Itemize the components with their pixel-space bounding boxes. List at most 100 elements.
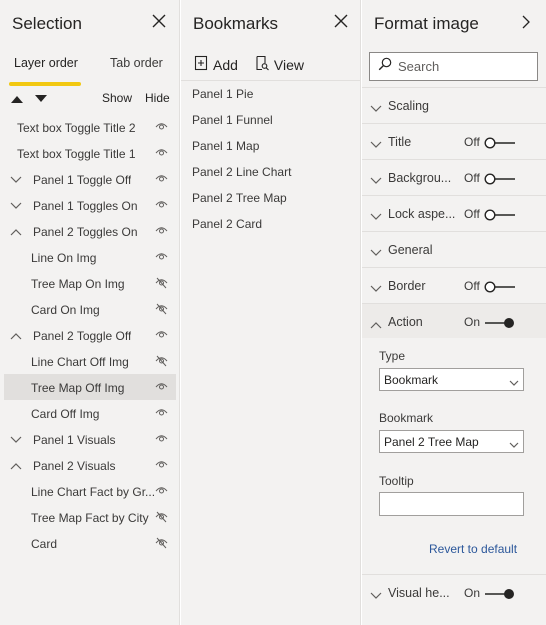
- section-toggle[interactable]: [484, 136, 516, 149]
- chevron-right-icon[interactable]: [520, 14, 532, 30]
- layer-label: Panel 2 Toggles On: [33, 225, 138, 239]
- search-input[interactable]: Search: [369, 52, 538, 81]
- format-section[interactable]: Backgrou... Off: [362, 159, 546, 195]
- format-section[interactable]: Border Off: [362, 267, 546, 303]
- bookmark-item[interactable]: Panel 2 Tree Map: [181, 188, 361, 214]
- eye-hidden-icon[interactable]: [155, 277, 168, 289]
- section-label: Title: [388, 135, 412, 149]
- eye-icon[interactable]: [155, 199, 168, 211]
- selection-title: Selection: [12, 14, 82, 33]
- move-up-icon[interactable]: [10, 91, 24, 109]
- eye-icon[interactable]: [155, 381, 168, 393]
- layer-label: Panel 1 Visuals: [33, 433, 116, 447]
- section-toggle[interactable]: [484, 316, 516, 328]
- tooltip-input[interactable]: [379, 492, 524, 516]
- layer-item[interactable]: Line Chart Fact by Gr...: [4, 478, 176, 504]
- move-down-icon[interactable]: [34, 91, 48, 109]
- eye-icon[interactable]: [155, 225, 168, 237]
- section-toggle[interactable]: [484, 208, 516, 221]
- chevron-up-icon: [370, 317, 382, 329]
- revert-to-default-link[interactable]: Revert to default: [429, 542, 517, 556]
- eye-icon[interactable]: [155, 485, 168, 497]
- format-section[interactable]: Title Off: [362, 123, 546, 159]
- layer-item[interactable]: Line Chart Off Img: [4, 348, 176, 374]
- layer-item[interactable]: Panel 1 Toggle Off: [4, 166, 176, 192]
- section-toggle-label: Off: [464, 207, 480, 221]
- layer-item[interactable]: Panel 1 Visuals: [4, 426, 176, 452]
- section-toggle[interactable]: [484, 172, 516, 185]
- bookmark-item[interactable]: Panel 1 Funnel: [181, 110, 361, 136]
- layer-item[interactable]: Panel 2 Visuals: [4, 452, 176, 478]
- layer-list: Text box Toggle Title 2 Text box Toggle T…: [4, 114, 176, 556]
- view-bookmark-icon: [254, 55, 270, 74]
- format-sections: Scaling Title Off Backgrou... Off Lock aspe..…: [362, 87, 546, 339]
- eye-icon[interactable]: [155, 173, 168, 185]
- bookmark-list: Panel 1 Pie Panel 1 Funnel Panel 1 Map Pane…: [181, 84, 361, 240]
- chevron-up-icon[interactable]: [10, 226, 22, 236]
- bookmark-item[interactable]: Panel 1 Map: [181, 136, 361, 162]
- selection-pane: Selection Layer order Tab order Show Hid…: [0, 0, 180, 625]
- close-selection-icon[interactable]: [150, 12, 168, 30]
- eye-icon[interactable]: [155, 459, 168, 471]
- layer-item[interactable]: Tree Map On Img: [4, 270, 176, 296]
- eye-hidden-icon[interactable]: [155, 355, 168, 367]
- layer-item[interactable]: Panel 2 Toggles On: [4, 218, 176, 244]
- show-all-button[interactable]: Show: [102, 91, 132, 105]
- section-label: General: [388, 243, 433, 257]
- chevron-down-icon[interactable]: [10, 174, 22, 184]
- layer-item[interactable]: Card On Img: [4, 296, 176, 322]
- layer-label: Tree Map Off Img: [31, 381, 125, 395]
- search-icon: [378, 57, 392, 76]
- format-section[interactable]: Lock aspe... Off: [362, 195, 546, 231]
- format-section[interactable]: Scaling: [362, 87, 546, 123]
- eye-hidden-icon[interactable]: [155, 511, 168, 523]
- format-section[interactable]: General: [362, 231, 546, 267]
- bookmark-item[interactable]: Panel 1 Pie: [181, 84, 361, 110]
- tab-tab-order[interactable]: Tab order: [110, 56, 163, 70]
- bookmark-dropdown[interactable]: Panel 2 Tree Map: [379, 430, 524, 453]
- chevron-up-icon[interactable]: [10, 330, 22, 340]
- bookmark-item[interactable]: Panel 2 Line Chart: [181, 162, 361, 188]
- tab-layer-order[interactable]: Layer order: [14, 56, 78, 70]
- layer-item[interactable]: Tree Map Off Img: [4, 374, 176, 400]
- layer-item[interactable]: Panel 2 Toggle Off: [4, 322, 176, 348]
- type-dropdown[interactable]: Bookmark: [379, 368, 524, 391]
- layer-label: Line Chart Off Img: [31, 355, 129, 369]
- eye-icon[interactable]: [155, 147, 168, 159]
- chevron-up-icon[interactable]: [10, 460, 22, 470]
- chevron-down-icon[interactable]: [10, 434, 22, 444]
- add-bookmark-button[interactable]: Add: [193, 55, 238, 74]
- layer-item[interactable]: Tree Map Fact by City: [4, 504, 176, 530]
- view-bookmarks-button[interactable]: View: [254, 55, 304, 74]
- bookmark-dropdown-value: Panel 2 Tree Map: [384, 435, 479, 449]
- visual-header-toggle[interactable]: [484, 587, 516, 599]
- layer-item[interactable]: Text box Toggle Title 1: [4, 140, 176, 166]
- chevron-down-icon[interactable]: [10, 200, 22, 210]
- eye-hidden-icon[interactable]: [155, 303, 168, 315]
- eye-icon[interactable]: [155, 329, 168, 341]
- layer-item[interactable]: Card: [4, 530, 176, 556]
- eye-icon[interactable]: [155, 121, 168, 133]
- layer-label: Line Chart Fact by Gr...: [31, 485, 156, 499]
- chevron-down-icon: [370, 173, 382, 184]
- eye-icon[interactable]: [155, 433, 168, 445]
- layer-label: Panel 1 Toggle Off: [33, 173, 132, 187]
- section-label: Backgrou...: [388, 171, 452, 185]
- chevron-down-icon: [370, 137, 382, 148]
- bookmark-item[interactable]: Panel 2 Card: [181, 214, 361, 240]
- eye-hidden-icon[interactable]: [155, 537, 168, 549]
- eye-icon[interactable]: [155, 251, 168, 263]
- format-section[interactable]: Action On: [362, 303, 546, 339]
- section-label: Scaling: [388, 99, 429, 113]
- layer-item[interactable]: Text box Toggle Title 2: [4, 114, 176, 140]
- close-bookmarks-icon[interactable]: [332, 12, 350, 30]
- section-toggle[interactable]: [484, 280, 516, 293]
- hide-all-button[interactable]: Hide: [145, 91, 170, 105]
- section-visual-header[interactable]: Visual he... On: [362, 574, 546, 610]
- layer-item[interactable]: Panel 1 Toggles On: [4, 192, 176, 218]
- layer-label: Card: [31, 537, 58, 551]
- eye-icon[interactable]: [155, 407, 168, 419]
- section-label: Lock aspe...: [388, 207, 456, 221]
- layer-item[interactable]: Card Off Img: [4, 400, 176, 426]
- layer-item[interactable]: Line On Img: [4, 244, 176, 270]
